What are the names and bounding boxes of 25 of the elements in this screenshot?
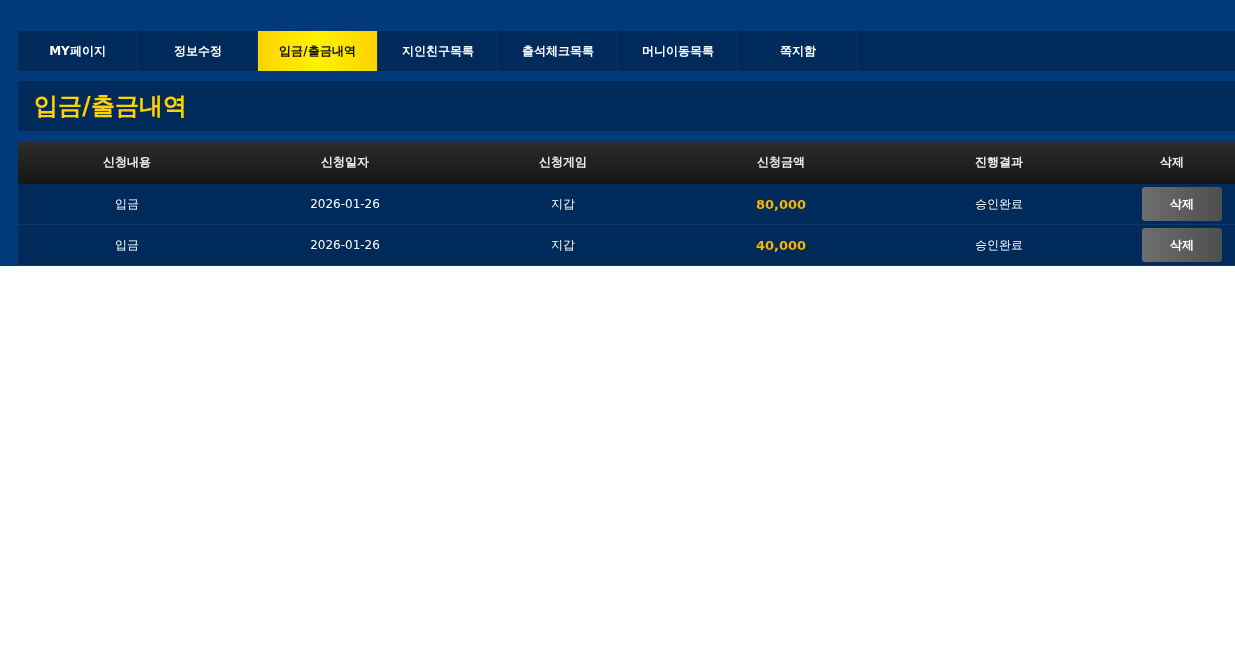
delete-button[interactable]: 삭제: [1141, 187, 1222, 221]
table-cell: 입금: [18, 184, 236, 225]
nav-tab[interactable]: MY페이지: [18, 31, 138, 71]
amount-text: 40,000: [755, 237, 807, 253]
table-cell: 지갑: [454, 225, 672, 266]
amount-text: 80,000: [755, 196, 807, 212]
delete-button[interactable]: 삭제: [1141, 228, 1222, 262]
column-header: 진행결과: [890, 141, 1108, 184]
nav-tab[interactable]: 입금/출금내역: [258, 31, 378, 71]
column-header: 신청금액: [672, 141, 890, 184]
nav-tab[interactable]: 지인친구목록: [378, 31, 498, 71]
table-cell: 2026-01-26: [236, 184, 454, 225]
page-title: 입금/출금내역: [34, 91, 187, 122]
column-header: 신청일자: [236, 141, 454, 184]
column-header: 신청게임: [454, 141, 672, 184]
nav-tab[interactable]: 머니이동목록: [618, 31, 738, 71]
table-cell: 지갑: [454, 184, 672, 225]
column-header: 신청내용: [18, 141, 236, 184]
column-header: 삭제: [1108, 141, 1235, 184]
nav-tab[interactable]: 출석체크목록: [498, 31, 618, 71]
nav-tab[interactable]: 쪽지함: [738, 31, 858, 71]
table-cell: 승인완료: [890, 184, 1108, 225]
table-cell: 입금: [18, 225, 236, 266]
table-cell: 2026-01-26: [236, 225, 454, 266]
table-cell: 승인완료: [890, 225, 1108, 266]
